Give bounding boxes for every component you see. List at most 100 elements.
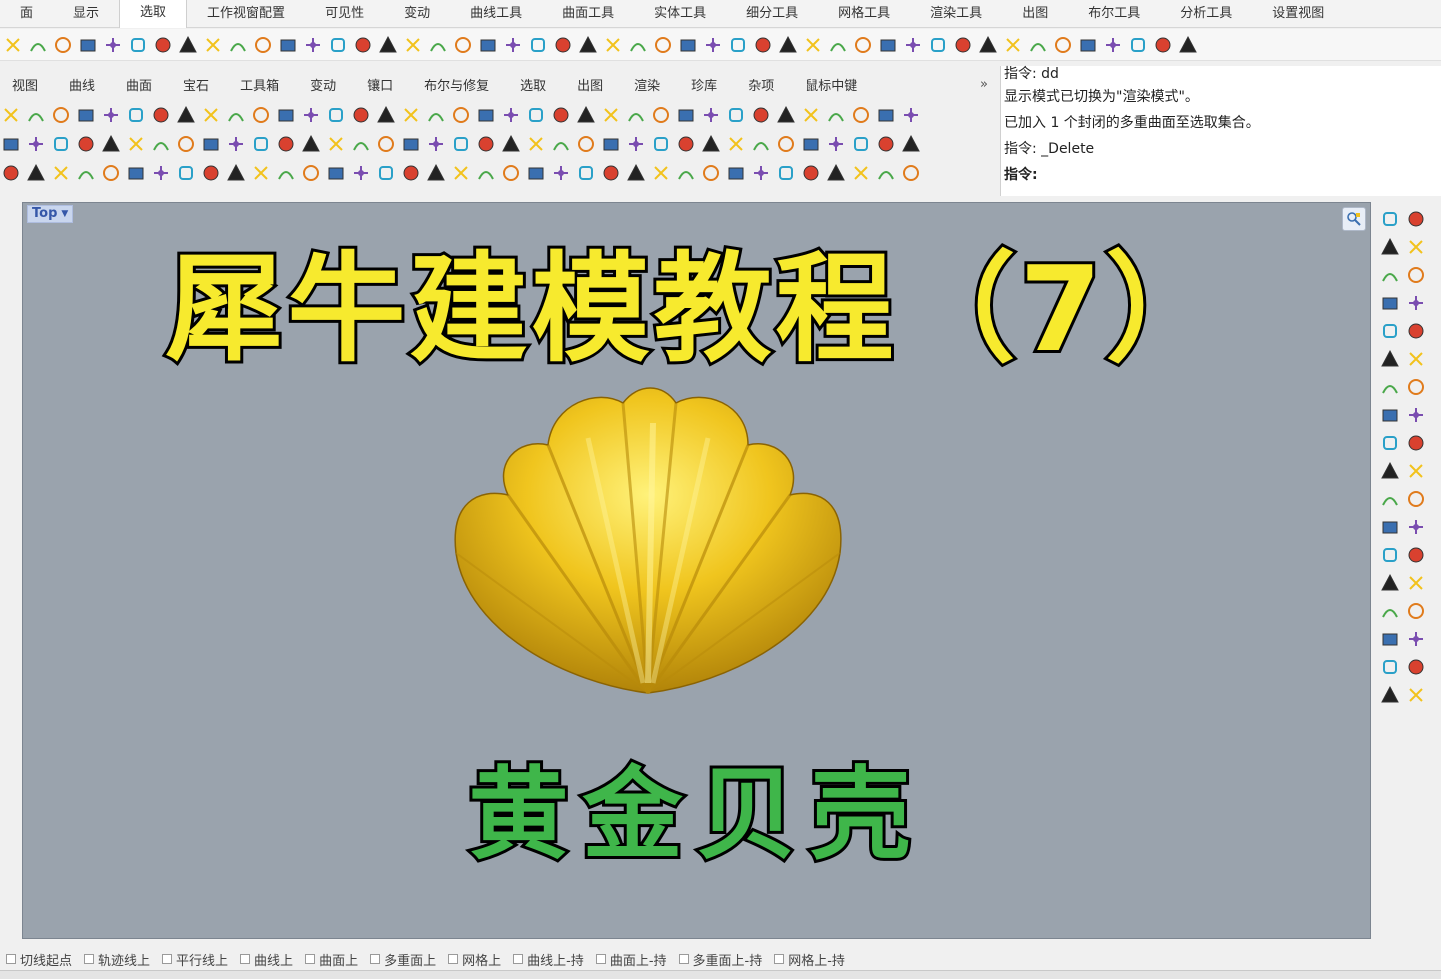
circle-tool-icon[interactable] (100, 162, 122, 184)
triangle-tool-icon[interactable] (1379, 460, 1401, 482)
box-tool-icon[interactable] (277, 34, 299, 56)
sphere-tool-icon[interactable] (475, 133, 497, 155)
osnap-checkbox[interactable] (162, 954, 173, 964)
cross-tool-icon[interactable] (400, 104, 422, 126)
secondary-tab-1[interactable]: 曲线 (57, 75, 114, 94)
top-tab-7[interactable]: 曲面工具 (542, 0, 634, 28)
triangle-tool-icon[interactable] (300, 133, 322, 155)
curve-tool-icon[interactable] (75, 162, 97, 184)
more-tabs-button[interactable]: » (980, 77, 996, 92)
secondary-tab-9[interactable]: 出图 (565, 75, 622, 94)
secondary-tab-8[interactable]: 选取 (508, 75, 565, 94)
top-tab-1[interactable]: 显示 (53, 0, 119, 28)
cross-tool-icon[interactable] (202, 34, 224, 56)
sphere-tool-icon[interactable] (350, 104, 372, 126)
box-tool-icon[interactable] (1379, 404, 1401, 426)
sphere-tool-icon[interactable] (675, 133, 697, 155)
box-tool-icon[interactable] (200, 133, 222, 155)
box-tool-icon[interactable] (475, 104, 497, 126)
curve-tool-icon[interactable] (625, 104, 647, 126)
curve-tool-icon[interactable] (627, 34, 649, 56)
rectangle-tool-icon[interactable] (850, 133, 872, 155)
rectangle-tool-icon[interactable] (927, 34, 949, 56)
box-tool-icon[interactable] (1379, 516, 1401, 538)
point-tool-icon[interactable] (1405, 404, 1427, 426)
curve-tool-icon[interactable] (225, 104, 247, 126)
triangle-tool-icon[interactable] (825, 162, 847, 184)
secondary-tab-12[interactable]: 杂项 (736, 75, 793, 94)
osnap-option[interactable]: 平行线上 (162, 950, 228, 969)
curve-tool-icon[interactable] (475, 162, 497, 184)
point-tool-icon[interactable] (150, 162, 172, 184)
point-tool-icon[interactable] (550, 162, 572, 184)
cross-tool-icon[interactable] (802, 34, 824, 56)
triangle-tool-icon[interactable] (425, 162, 447, 184)
cross-tool-icon[interactable] (250, 162, 272, 184)
secondary-tab-5[interactable]: 变动 (298, 75, 355, 94)
cross-tool-icon[interactable] (125, 133, 147, 155)
cross-tool-icon[interactable] (1405, 572, 1427, 594)
circle-tool-icon[interactable] (300, 162, 322, 184)
box-tool-icon[interactable] (1379, 292, 1401, 314)
point-tool-icon[interactable] (900, 104, 922, 126)
sphere-tool-icon[interactable] (275, 133, 297, 155)
point-tool-icon[interactable] (302, 34, 324, 56)
rectangle-tool-icon[interactable] (1379, 208, 1401, 230)
top-tab-6[interactable]: 曲线工具 (450, 0, 542, 28)
box-tool-icon[interactable] (525, 162, 547, 184)
top-tab-15[interactable]: 设置视图 (1252, 0, 1344, 28)
top-viewport[interactable]: Top ▼ 犀牛建模教程（7） 黄金贝壳 (22, 202, 1371, 939)
rectangle-tool-icon[interactable] (175, 162, 197, 184)
osnap-checkbox[interactable] (240, 954, 251, 964)
osnap-checkbox[interactable] (448, 954, 459, 964)
triangle-tool-icon[interactable] (500, 133, 522, 155)
point-tool-icon[interactable] (1102, 34, 1124, 56)
box-tool-icon[interactable] (0, 133, 22, 155)
cross-tool-icon[interactable] (402, 34, 424, 56)
circle-tool-icon[interactable] (1052, 34, 1074, 56)
circle-tool-icon[interactable] (1405, 264, 1427, 286)
cross-tool-icon[interactable] (725, 133, 747, 155)
circle-tool-icon[interactable] (700, 162, 722, 184)
box-tool-icon[interactable] (725, 162, 747, 184)
osnap-option[interactable]: 曲线上 (240, 950, 293, 969)
rectangle-tool-icon[interactable] (1379, 432, 1401, 454)
box-tool-icon[interactable] (325, 162, 347, 184)
curve-tool-icon[interactable] (227, 34, 249, 56)
top-tab-5[interactable]: 变动 (384, 0, 450, 28)
box-tool-icon[interactable] (600, 133, 622, 155)
circle-tool-icon[interactable] (252, 34, 274, 56)
circle-tool-icon[interactable] (652, 34, 674, 56)
triangle-tool-icon[interactable] (900, 133, 922, 155)
rectangle-tool-icon[interactable] (1379, 320, 1401, 342)
cross-tool-icon[interactable] (50, 162, 72, 184)
secondary-tab-10[interactable]: 渲染 (622, 75, 679, 94)
circle-tool-icon[interactable] (1405, 600, 1427, 622)
point-tool-icon[interactable] (100, 104, 122, 126)
cross-tool-icon[interactable] (1405, 348, 1427, 370)
osnap-checkbox[interactable] (678, 954, 689, 964)
osnap-option[interactable]: 多重面上-持 (678, 950, 762, 969)
triangle-tool-icon[interactable] (375, 104, 397, 126)
sphere-tool-icon[interactable] (152, 34, 174, 56)
point-tool-icon[interactable] (700, 104, 722, 126)
box-tool-icon[interactable] (400, 133, 422, 155)
point-tool-icon[interactable] (1405, 516, 1427, 538)
rectangle-tool-icon[interactable] (1379, 544, 1401, 566)
top-tab-14[interactable]: 分析工具 (1160, 0, 1252, 28)
cross-tool-icon[interactable] (2, 34, 24, 56)
secondary-tab-0[interactable]: 视图 (0, 75, 57, 94)
rectangle-tool-icon[interactable] (50, 133, 72, 155)
point-tool-icon[interactable] (750, 162, 772, 184)
box-tool-icon[interactable] (77, 34, 99, 56)
curve-tool-icon[interactable] (1379, 376, 1401, 398)
cross-tool-icon[interactable] (850, 162, 872, 184)
cross-tool-icon[interactable] (1405, 236, 1427, 258)
box-tool-icon[interactable] (125, 162, 147, 184)
osnap-checkbox[interactable] (513, 954, 524, 964)
top-tab-3[interactable]: 工作视窗配置 (187, 0, 305, 28)
curve-tool-icon[interactable] (1027, 34, 1049, 56)
point-tool-icon[interactable] (1405, 292, 1427, 314)
point-tool-icon[interactable] (25, 133, 47, 155)
circle-tool-icon[interactable] (775, 133, 797, 155)
